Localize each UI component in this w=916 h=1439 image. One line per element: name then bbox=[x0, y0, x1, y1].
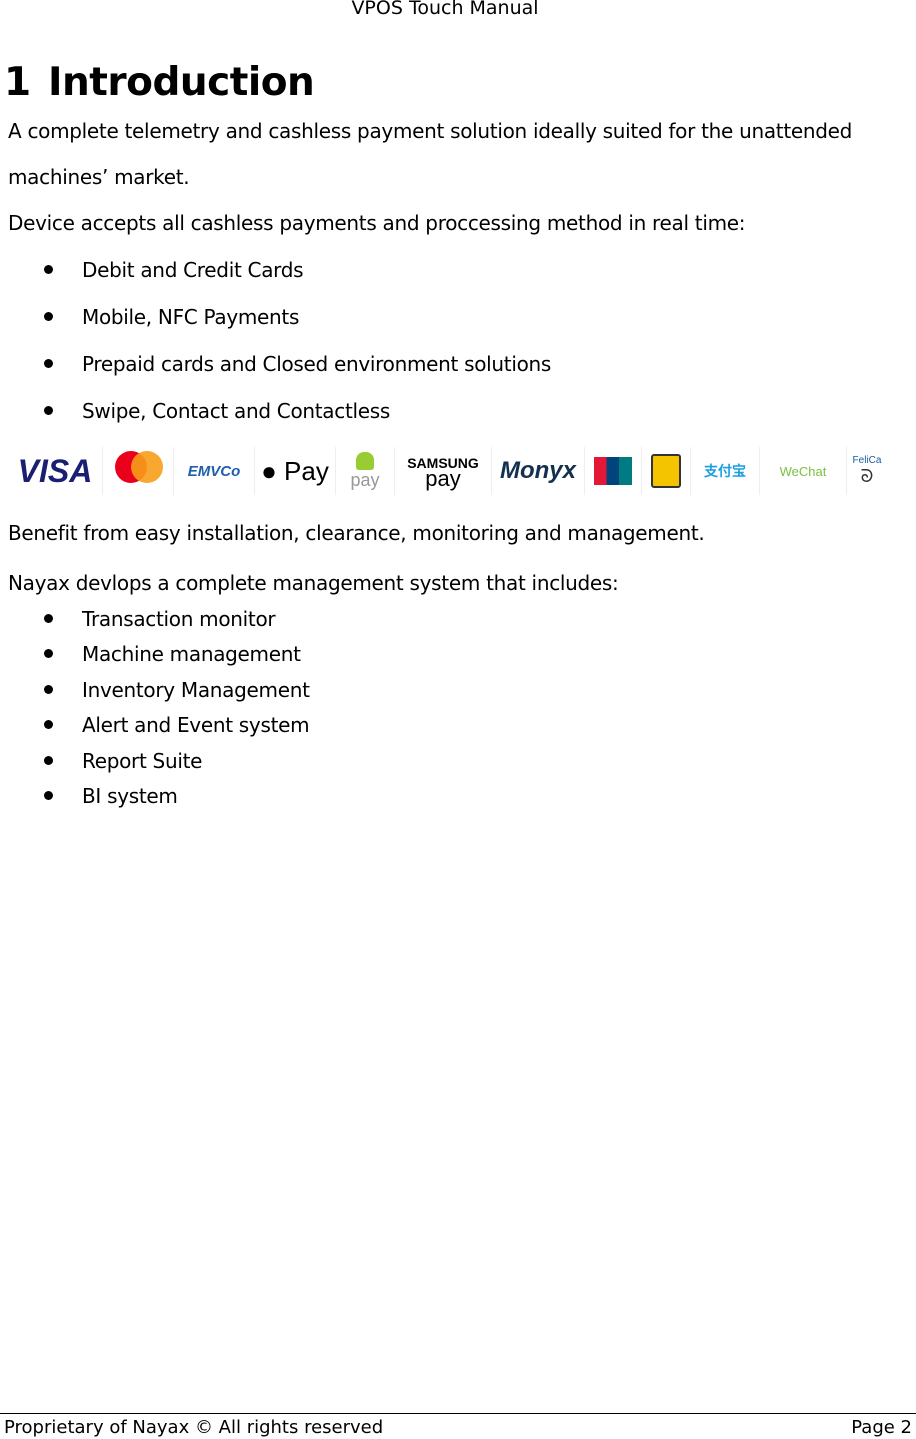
apple-pay-logo: ● Pay bbox=[255, 447, 336, 495]
list-item: Inventory Management bbox=[82, 678, 310, 702]
system-intro-text: Nayax devlops a complete management syst… bbox=[8, 571, 619, 595]
bullet-icon bbox=[44, 649, 53, 658]
list-item: Prepaid cards and Closed environment sol… bbox=[82, 352, 552, 376]
list-item: Report Suite bbox=[82, 749, 203, 773]
section-number: 1 bbox=[4, 60, 31, 105]
list-item: Transaction monitor bbox=[82, 607, 276, 631]
monyx-logo: Monyx bbox=[492, 447, 585, 495]
card-logo bbox=[642, 447, 691, 495]
intro-line-3: Device accepts all cashless payments and… bbox=[8, 211, 746, 235]
page-header: VPOS Touch Manual bbox=[351, 0, 539, 19]
android-pay-logo: pay bbox=[336, 447, 395, 495]
bullet-icon bbox=[44, 265, 53, 274]
visa-logo: VISA bbox=[8, 447, 103, 495]
footer-divider bbox=[0, 1413, 916, 1414]
list-item: Mobile, NFC Payments bbox=[82, 305, 300, 329]
bullet-icon bbox=[44, 359, 53, 368]
emvco-logo: EMVCo bbox=[174, 447, 255, 495]
footer-copyright: Proprietary of Nayax © All rights reserv… bbox=[4, 1417, 384, 1438]
bullet-icon bbox=[44, 614, 53, 623]
list-item: Swipe, Contact and Contactless bbox=[82, 399, 390, 423]
alipay-logo: 支付宝 bbox=[691, 447, 760, 495]
list-item: Machine management bbox=[82, 642, 301, 666]
unionpay-logo bbox=[585, 447, 642, 495]
bullet-icon bbox=[44, 685, 53, 694]
list-item: Debit and Credit Cards bbox=[82, 258, 304, 282]
intro-line-2: machines’ market. bbox=[8, 165, 190, 189]
wechat-logo: WeChat bbox=[760, 447, 847, 495]
felica-logo: FeliCa ᘐ bbox=[852, 455, 882, 486]
benefit-text: Benefit from easy installation, clearanc… bbox=[8, 521, 705, 545]
section-heading: 1 Introduction bbox=[4, 60, 315, 105]
bullet-icon bbox=[44, 720, 53, 729]
bullet-icon bbox=[44, 756, 53, 765]
payment-logos-strip: VISA EMVCo ● Pay pay SAMSUNG pay Monyx 支付… bbox=[8, 445, 908, 497]
list-item: Alert and Event system bbox=[82, 713, 310, 737]
bullet-icon bbox=[44, 406, 53, 415]
samsung-pay-logo: SAMSUNG pay bbox=[395, 447, 492, 495]
intro-line-1: A complete telemetry and cashless paymen… bbox=[8, 119, 853, 143]
bullet-icon bbox=[44, 791, 53, 800]
mastercard-logo bbox=[103, 447, 174, 495]
section-title: Introduction bbox=[48, 60, 315, 105]
bullet-icon bbox=[44, 312, 53, 321]
list-item: BI system bbox=[82, 784, 178, 808]
footer-page-number: Page 2 bbox=[851, 1417, 912, 1438]
document-page: VPOS Touch Manual 1 Introduction A comple… bbox=[0, 0, 916, 1439]
